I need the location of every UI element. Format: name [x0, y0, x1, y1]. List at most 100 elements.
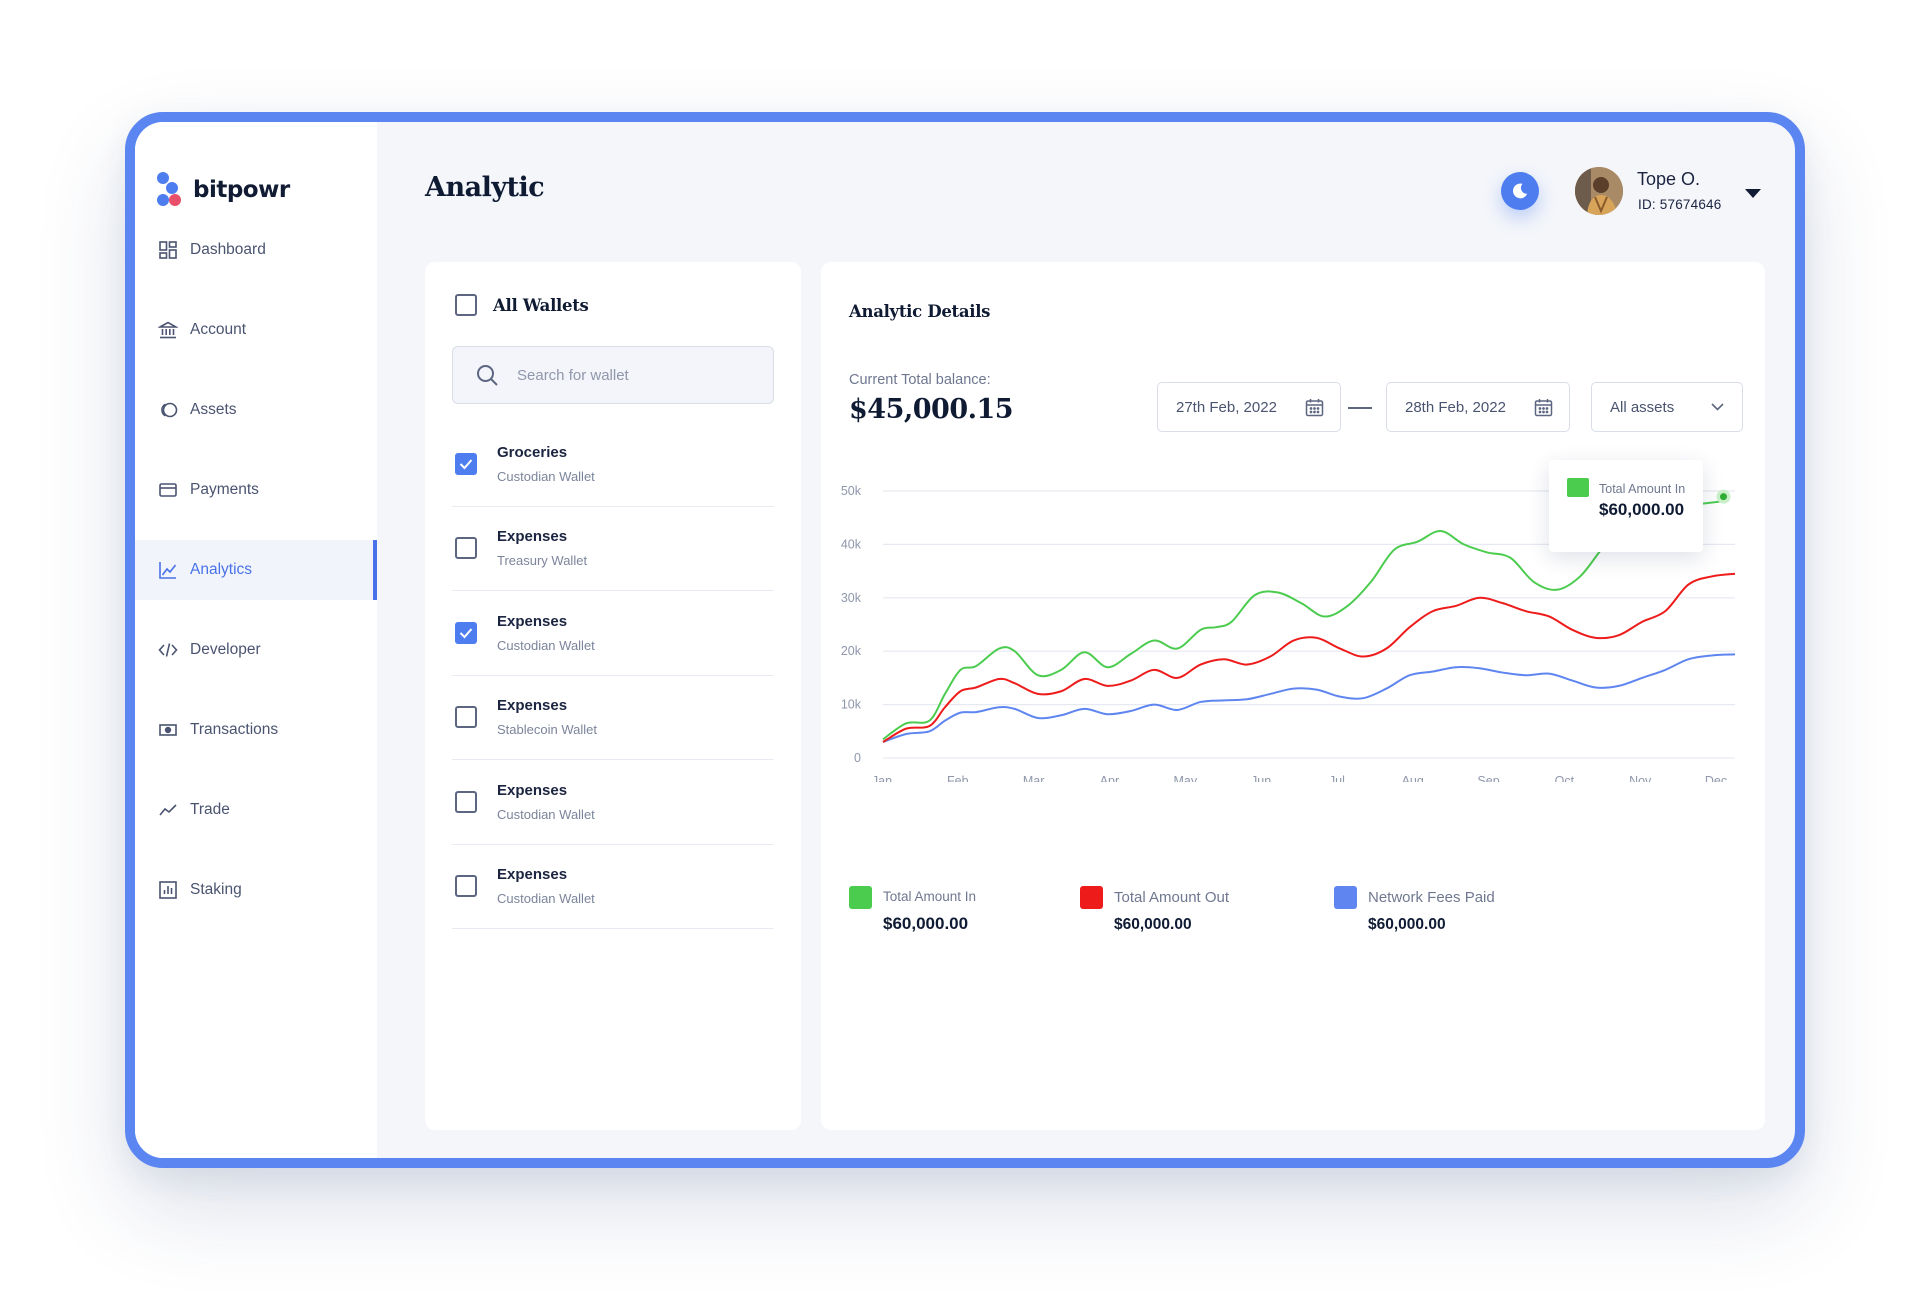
wallet-row[interactable]: Expenses Treasury Wallet: [452, 507, 774, 591]
wallet-title: Expenses: [497, 781, 568, 799]
sidebar-nav: Dashboard Account Assets Payments Analyt…: [135, 220, 377, 940]
screenshot-stage: bitpowr Dashboard Account Assets Payment…: [0, 0, 1920, 1301]
credit-card-icon: [159, 483, 177, 497]
search-icon: [477, 365, 498, 386]
check-icon: [459, 459, 473, 470]
y-tick-label: 10k: [841, 698, 862, 712]
sidebar-item-developer[interactable]: Developer: [135, 620, 377, 680]
y-tick-label: 0: [854, 751, 861, 765]
legend-swatch: [1334, 886, 1357, 909]
all-wallets-toggle[interactable]: All Wallets: [455, 294, 589, 316]
wallet-subtitle: Custodian Wallet: [497, 891, 595, 907]
analytics-icon: [159, 562, 177, 579]
sidebar-item-transactions[interactable]: Transactions: [135, 700, 377, 760]
calendar-icon: [1534, 398, 1553, 416]
sidebar-item-label: Dashboard: [190, 241, 266, 258]
sidebar-item-account[interactable]: Account: [135, 300, 377, 360]
wallet-row[interactable]: Groceries Custodian Wallet: [452, 422, 774, 507]
user-menu-caret-icon[interactable]: [1745, 189, 1761, 198]
x-tick-label: May: [1173, 774, 1197, 782]
legend-label: Network Fees Paid: [1368, 889, 1495, 906]
wallet-text: Expenses Treasury Wallet: [497, 528, 587, 568]
brand-name: bitpowr: [193, 177, 290, 203]
wallet-checkbox[interactable]: [455, 875, 477, 898]
analytic-details-title: Analytic Details: [849, 302, 991, 321]
sidebar-item-analytics[interactable]: Analytics: [135, 540, 377, 600]
wallet-subtitle: Stablecoin Wallet: [497, 722, 597, 738]
x-tick-label: Jul: [1329, 774, 1345, 782]
series-line-network-fees-paid: [882, 653, 1736, 743]
x-tick-label: Dec: [1705, 774, 1727, 782]
hover-marker: [1720, 493, 1728, 501]
legend-item-amount-out: Total Amount Out $60,000.00: [1080, 886, 1334, 934]
sidebar-item-label: Analytics: [190, 561, 253, 578]
wallet-title: Groceries: [497, 443, 568, 461]
legend-value: $60,000.00: [1368, 916, 1446, 933]
x-tick-label: Sep: [1477, 774, 1499, 782]
trend-icon: [159, 804, 177, 816]
y-tick-label: 20k: [841, 644, 862, 658]
sidebar-item-label: Payments: [190, 481, 259, 498]
date-to-value: 28th Feb, 2022: [1405, 398, 1506, 416]
calendar-icon: [1305, 398, 1324, 416]
balance-label: Current Total balance:: [849, 372, 991, 388]
wallet-search: [452, 346, 774, 404]
brand-logo[interactable]: bitpowr: [157, 172, 290, 208]
series-line-total-amount-out: [882, 572, 1736, 743]
x-tick-label: Apr: [1100, 774, 1119, 782]
asset-filter-select[interactable]: All assets: [1591, 382, 1743, 432]
x-tick-label: Mar: [1023, 774, 1045, 782]
wallet-text: Groceries Custodian Wallet: [497, 444, 595, 484]
sidebar-item-payments[interactable]: Payments: [135, 460, 377, 520]
date-from-picker[interactable]: 27th Feb, 2022: [1157, 382, 1341, 432]
code-icon: [158, 643, 178, 657]
user-id: ID: 57674646: [1638, 197, 1722, 212]
date-from-value: 27th Feb, 2022: [1176, 398, 1277, 416]
search-input[interactable]: [517, 366, 747, 384]
wallet-text: Expenses Custodian Wallet: [497, 782, 595, 822]
dark-mode-toggle[interactable]: [1501, 172, 1539, 210]
x-tick-label: Feb: [947, 774, 969, 782]
wallet-row[interactable]: Expenses Custodian Wallet: [452, 760, 774, 845]
sidebar-item-label: Transactions: [190, 721, 279, 738]
wallet-row[interactable]: Expenses Custodian Wallet: [452, 845, 774, 929]
chevron-down-icon: [1711, 403, 1724, 411]
wallet-text: Expenses Custodian Wallet: [497, 613, 595, 653]
date-range-separator: [1348, 407, 1372, 409]
avatar[interactable]: [1575, 167, 1623, 215]
sidebar-item-label: Developer: [190, 641, 261, 658]
wallet-title: Expenses: [497, 612, 568, 630]
wallet-checkbox[interactable]: [455, 706, 477, 729]
y-tick-label: 50k: [841, 484, 862, 498]
y-tick-label: 40k: [841, 537, 862, 551]
bank-icon: [158, 321, 178, 339]
legend-swatch: [849, 886, 872, 909]
sidebar-item-trade[interactable]: Trade: [135, 780, 377, 840]
legend-value: $60,000.00: [1114, 916, 1192, 933]
user-photo: [1575, 167, 1623, 215]
y-tick-label: 30k: [841, 591, 862, 605]
chart-tooltip: Total Amount In $60,000.00: [1549, 460, 1703, 552]
wallet-checkbox[interactable]: [455, 452, 477, 475]
dashboard-icon: [159, 241, 177, 259]
wallet-checkbox[interactable]: [455, 621, 477, 644]
sidebar-item-label: Trade: [190, 801, 230, 818]
user-name: Tope O.: [1637, 169, 1701, 189]
sidebar-item-dashboard[interactable]: Dashboard: [135, 220, 377, 280]
wallet-row[interactable]: Expenses Custodian Wallet: [452, 591, 774, 676]
sidebar-item-assets[interactable]: Assets: [135, 380, 377, 440]
sidebar-item-label: Assets: [190, 401, 237, 418]
legend-label: Total Amount In: [883, 889, 977, 904]
cash-icon: [159, 724, 177, 736]
wallet-title: Expenses: [497, 866, 568, 884]
logo-mark-icon: [157, 172, 183, 208]
legend-value: $60,000.00: [883, 914, 969, 933]
wallet-subtitle: Treasury Wallet: [497, 553, 588, 569]
wallet-checkbox[interactable]: [455, 537, 477, 560]
all-wallets-checkbox[interactable]: [455, 294, 477, 316]
sidebar-item-staking[interactable]: Staking: [135, 860, 377, 920]
sidebar-item-label: Account: [190, 321, 247, 338]
wallet-row[interactable]: Expenses Stablecoin Wallet: [452, 676, 774, 760]
wallet-checkbox[interactable]: [455, 790, 477, 813]
date-to-picker[interactable]: 28th Feb, 2022: [1386, 382, 1570, 432]
